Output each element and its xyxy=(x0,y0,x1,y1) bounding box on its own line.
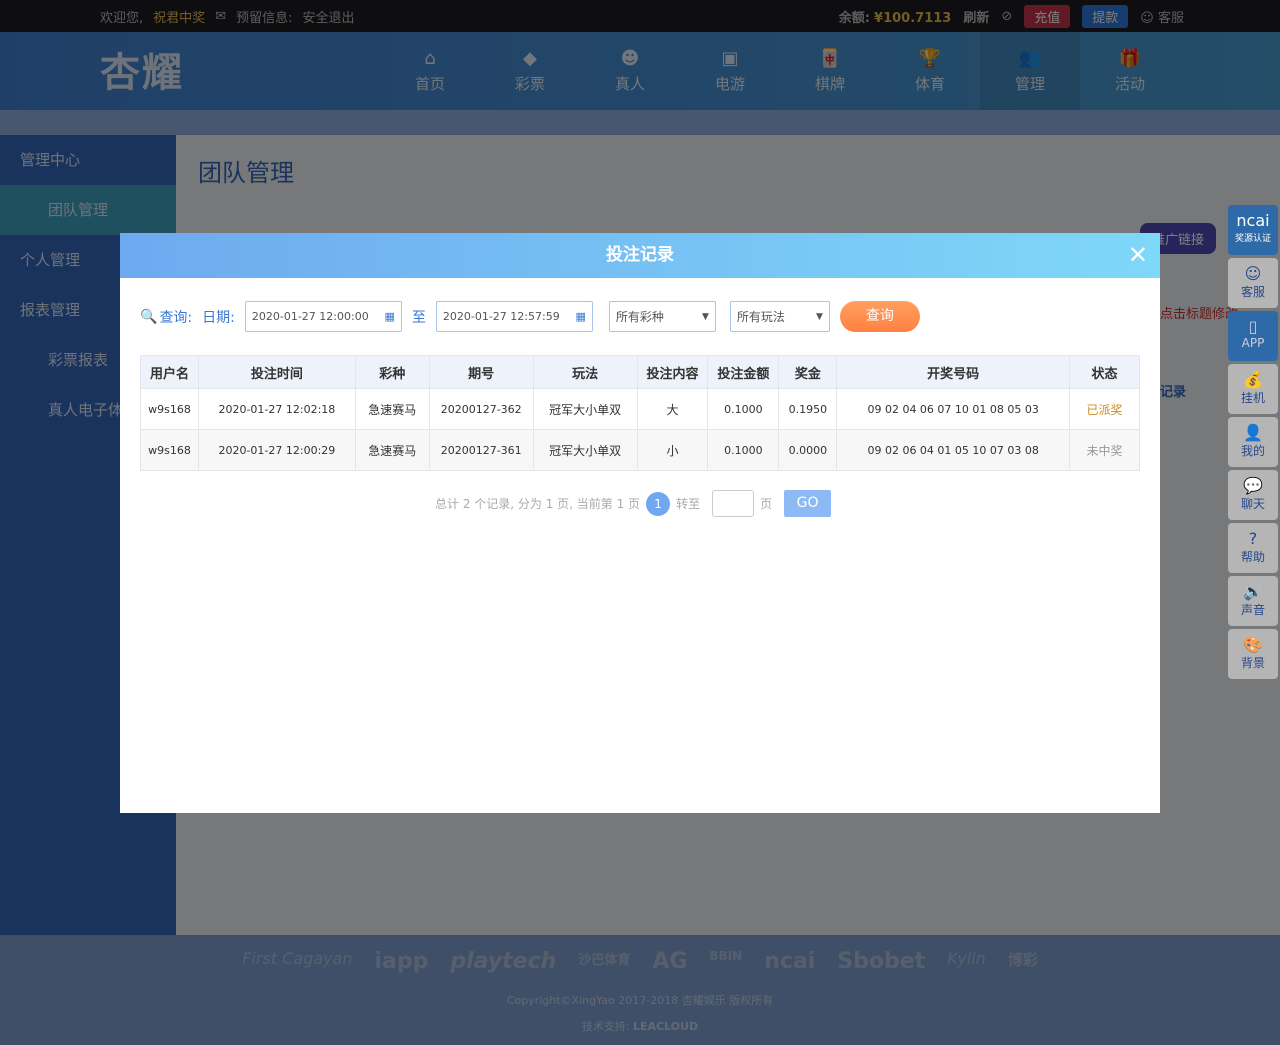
rightbar-label: 聊天 xyxy=(1240,497,1265,511)
rightbar-label: 帮助 xyxy=(1240,550,1265,564)
palette-icon: 🎨 xyxy=(1243,635,1263,654)
rightbar-label: 奖源认证 xyxy=(1234,234,1271,244)
table-cell: 20200127-361 xyxy=(428,429,534,471)
table-cell: 2020-01-27 12:00:29 xyxy=(197,429,356,471)
table-row: w9s168 2020-01-27 12:02:18 急速赛马 20200127-36… xyxy=(140,388,1140,430)
pagination: 总计 2 个记录, 分为 1 页, 当前第 1 页 1 转至 页 GO xyxy=(435,490,832,517)
column-header: 开奖号码 xyxy=(836,355,1071,389)
rightbar-app[interactable]: ▯ APP xyxy=(1228,311,1278,361)
calendar-icon[interactable]: ▦ xyxy=(575,310,585,323)
table-cell: 20200127-362 xyxy=(428,388,534,430)
rightbar-label: 挂机 xyxy=(1240,391,1265,405)
table-cell: 急速赛马 xyxy=(354,388,430,430)
rightbar-label: 我的 xyxy=(1240,444,1265,458)
headset-icon: ☺ xyxy=(1244,264,1262,283)
goto-page-input[interactable] xyxy=(712,490,755,517)
end-date-input[interactable]: 2020-01-27 12:57:59 ▦ xyxy=(435,301,593,332)
table-cell: 冠军大小单双 xyxy=(532,388,638,430)
lottery-select[interactable]: 所有彩种 ▼ xyxy=(608,301,716,332)
query-label: 查询: xyxy=(159,309,193,326)
table-cell: 0.0000 xyxy=(778,429,838,471)
table-cell: 冠军大小单双 xyxy=(532,429,638,471)
rightbar-ncai[interactable]: ncai 奖源认证 xyxy=(1228,205,1278,255)
status-badge: 已派奖 xyxy=(1069,388,1140,430)
table-cell: 大 xyxy=(636,388,709,430)
rightbar-hangup[interactable]: 💰 挂机 xyxy=(1228,364,1278,414)
ncai-logo: ncai xyxy=(1236,211,1270,230)
rightbar-background[interactable]: 🎨 背景 xyxy=(1228,629,1278,679)
to-label: 至 xyxy=(411,309,426,326)
table-cell: w9s168 xyxy=(140,388,199,430)
column-header: 投注时间 xyxy=(197,355,356,389)
rightbar-service[interactable]: ☺ 客服 xyxy=(1228,258,1278,308)
page-unit-label: 页 xyxy=(760,497,773,511)
table-cell: 0.1950 xyxy=(778,388,838,430)
query-bar: 🔍 查询: 日期: 2020-01-27 12:00:00 ▦ 至 2020-01… xyxy=(140,301,920,332)
rightbar-label: APP xyxy=(1241,336,1265,350)
page-number-button[interactable]: 1 xyxy=(646,491,671,516)
column-header: 奖金 xyxy=(778,355,838,389)
date-label: 日期: xyxy=(202,309,235,326)
column-header: 投注金额 xyxy=(707,355,780,389)
rightbar-sound[interactable]: 🔊 声音 xyxy=(1228,576,1278,626)
go-button[interactable]: GO xyxy=(784,490,832,517)
column-header: 用户名 xyxy=(140,355,199,389)
play-select-value: 所有玩法 xyxy=(736,310,785,324)
search-icon: 🔍 xyxy=(140,308,158,325)
bet-records-table: 用户名 投注时间 彩种 期号 玩法 投注内容 投注金额 奖金 开奖号码 状态 w9s168 2020… xyxy=(140,355,1140,471)
table-cell: 09 02 06 04 01 05 10 07 03 08 xyxy=(836,429,1071,471)
chevron-down-icon: ▼ xyxy=(815,311,823,322)
chevron-down-icon: ▼ xyxy=(701,311,709,322)
help-icon: ? xyxy=(1248,529,1258,548)
chat-icon: 💬 xyxy=(1243,476,1263,495)
bet-records-modal: 投注记录 ✕ 🔍 查询: 日期: 2020-01-27 12:00:00 ▦ 至 … xyxy=(120,233,1160,813)
rightbar-label: 背景 xyxy=(1240,656,1265,670)
table-cell: 急速赛马 xyxy=(354,429,430,471)
right-floating-bar: ncai 奖源认证 ☺ 客服 ▯ APP 💰 挂机 👤 我的 💬 聊天 ? 帮助 🔊 声音 🎨 背… xyxy=(1228,205,1278,682)
start-date-input[interactable]: 2020-01-27 12:00:00 ▦ xyxy=(244,301,402,332)
table-cell: 0.1000 xyxy=(707,429,780,471)
status-badge: 未中奖 xyxy=(1069,429,1140,471)
calendar-icon[interactable]: ▦ xyxy=(384,310,394,323)
table-cell: 09 02 04 06 07 10 01 08 05 03 xyxy=(836,388,1071,430)
moneybag-icon: 💰 xyxy=(1243,370,1263,389)
column-header: 状态 xyxy=(1069,355,1140,389)
rightbar-label: 声音 xyxy=(1240,603,1265,617)
rightbar-label: 客服 xyxy=(1240,285,1265,299)
table-cell: w9s168 xyxy=(140,429,199,471)
speaker-icon: 🔊 xyxy=(1243,582,1263,601)
pager-summary: 总计 2 个记录, 分为 1 页, 当前第 1 页 xyxy=(435,497,641,511)
play-select[interactable]: 所有玩法 ▼ xyxy=(729,301,830,332)
query-button[interactable]: 查询 xyxy=(839,301,920,332)
phone-icon: ▯ xyxy=(1248,317,1258,336)
table-cell: 小 xyxy=(636,429,709,471)
end-date-value: 2020-01-27 12:57:59 xyxy=(442,310,560,323)
start-date-value: 2020-01-27 12:00:00 xyxy=(251,310,369,323)
table-cell: 2020-01-27 12:02:18 xyxy=(197,388,356,430)
rightbar-mine[interactable]: 👤 我的 xyxy=(1228,417,1278,467)
modal-title: 投注记录 xyxy=(606,245,674,265)
column-header: 投注内容 xyxy=(636,355,709,389)
close-icon[interactable]: ✕ xyxy=(1128,233,1148,278)
modal-header: 投注记录 ✕ xyxy=(120,233,1160,278)
user-icon: 👤 xyxy=(1243,423,1263,442)
column-header: 彩种 xyxy=(354,355,430,389)
rightbar-help[interactable]: ? 帮助 xyxy=(1228,523,1278,573)
goto-label: 转至 xyxy=(676,497,701,511)
column-header: 期号 xyxy=(428,355,534,389)
column-header: 玩法 xyxy=(532,355,638,389)
rightbar-chat[interactable]: 💬 聊天 xyxy=(1228,470,1278,520)
lottery-select-value: 所有彩种 xyxy=(615,310,664,324)
table-row: w9s168 2020-01-27 12:00:29 急速赛马 20200127-36… xyxy=(140,429,1140,471)
table-cell: 0.1000 xyxy=(707,388,780,430)
